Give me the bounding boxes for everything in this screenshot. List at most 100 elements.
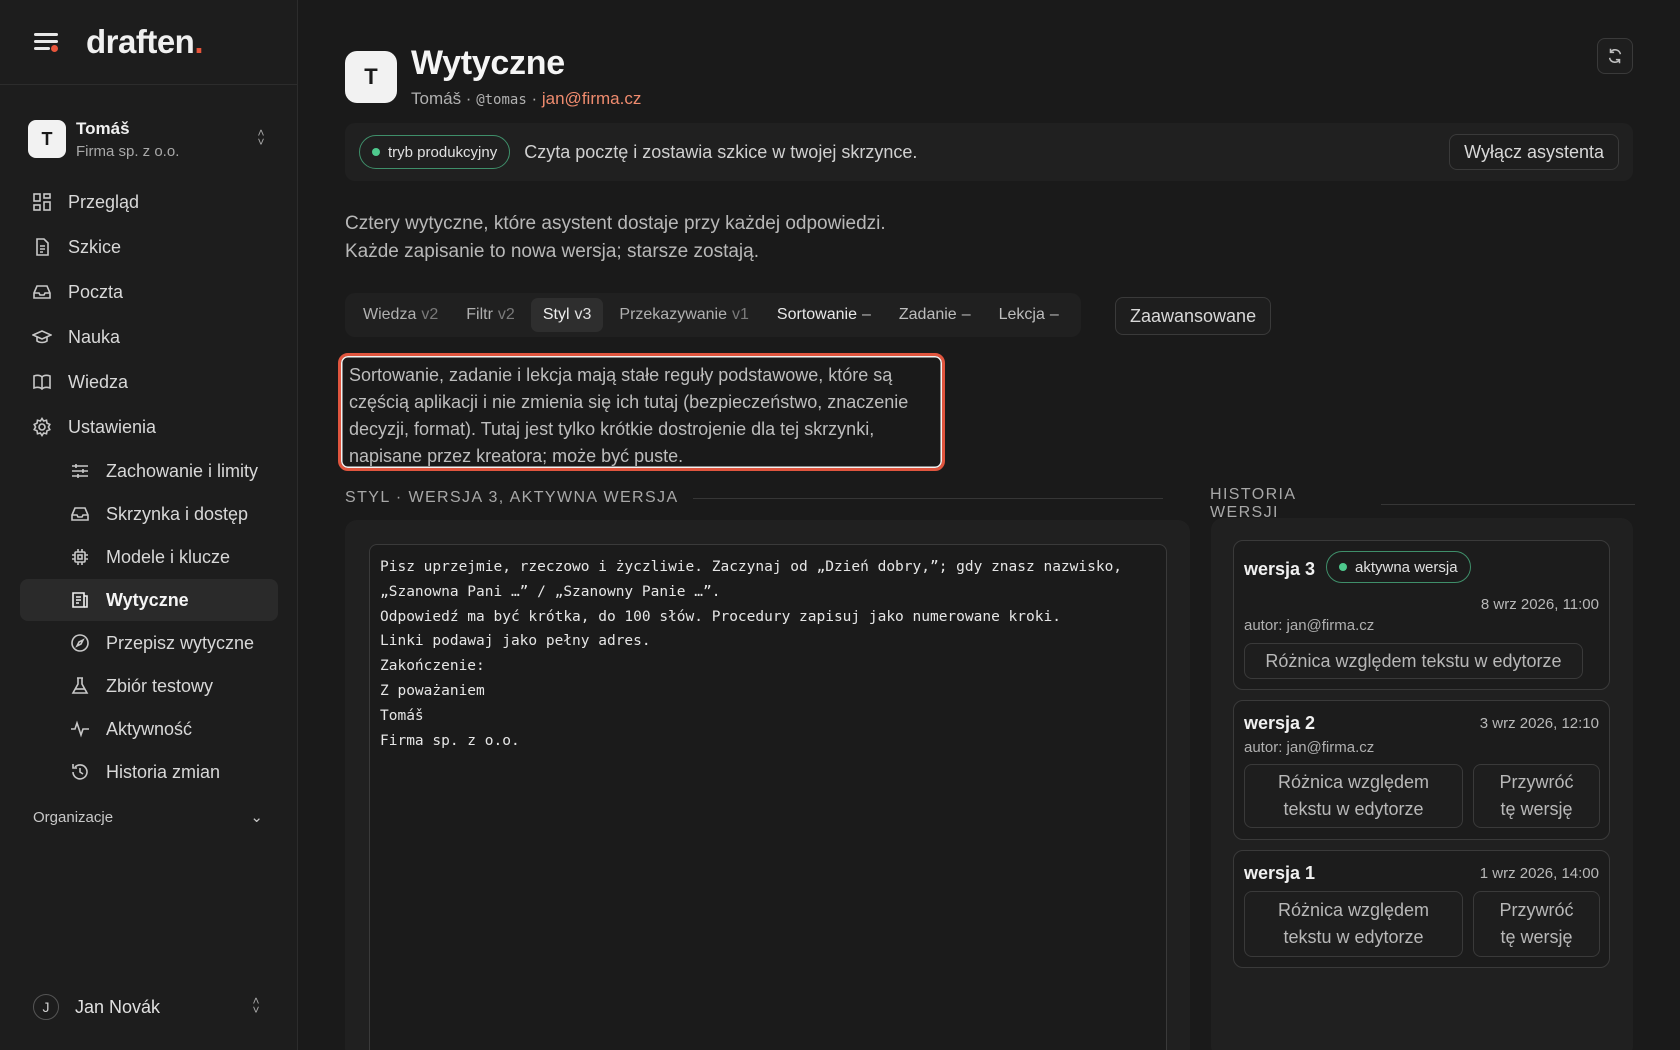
tab-version: v1 xyxy=(732,306,749,323)
diff-button[interactable]: Różnica względem tekstu w edytorze xyxy=(1244,764,1463,828)
organizations-label: Organizacje xyxy=(33,808,114,826)
guidelines-icon xyxy=(70,590,90,610)
tab-version: – xyxy=(1049,306,1059,323)
sidebar-item-label: Historia zmian xyxy=(106,761,221,782)
sidebar-item-modele[interactable]: Modele i klucze xyxy=(20,536,278,578)
inbox-icon xyxy=(32,282,52,302)
tab-version: – xyxy=(861,306,871,323)
sidebar-item-label: Wytyczne xyxy=(106,589,189,610)
nav-item-label: Wiedza xyxy=(68,371,129,392)
version-date: 8 wrz 2026, 11:00 xyxy=(1480,596,1599,613)
sidebar-item-label: Aktywność xyxy=(106,718,193,739)
meta-email-link[interactable]: jan@firma.cz xyxy=(542,89,641,108)
account-switcher[interactable]: T Tomáš Firma sp. z o.o. ˄ ˅ xyxy=(28,116,268,162)
compass-icon xyxy=(70,633,90,653)
tab-version: – xyxy=(961,306,971,323)
nav-item-ustawienia[interactable]: Ustawienia xyxy=(20,405,278,449)
flask-icon xyxy=(70,676,90,696)
disable-assistant-button[interactable]: Wyłącz asystenta xyxy=(1449,134,1619,170)
sidebar-item-skrzynka[interactable]: Skrzynka i dostęp xyxy=(20,493,278,535)
inbox-icon xyxy=(70,504,90,524)
tab-version: v2 xyxy=(421,306,439,323)
account-name: Tomáš xyxy=(76,118,130,138)
tab-lekcja[interactable]: Lekcja – xyxy=(987,298,1071,332)
history-title: HISTORIA WERSJI xyxy=(1210,486,1296,521)
sidebar-item-aktywnosc[interactable]: Aktywność xyxy=(20,708,278,750)
restore-version-button[interactable]: Przywróć tę wersję xyxy=(1473,891,1600,957)
nav-item-poczta[interactable]: Poczta xyxy=(20,270,278,314)
brand-logo[interactable]: draften. xyxy=(86,23,203,61)
status-badge-label: tryb produkcyjny xyxy=(388,143,498,161)
tab-version: v3 xyxy=(574,306,592,323)
fixed-rules-note: Sortowanie, zadanie i lekcja mają stałe … xyxy=(338,353,945,471)
version-label: wersja 2 xyxy=(1244,713,1316,733)
intro-line-2: Każde zapisanie to nowa wersja; starsze … xyxy=(345,241,759,262)
active-version-badge: aktywna wersja xyxy=(1326,551,1471,583)
status-badge: tryb produkcyjny xyxy=(359,135,511,169)
tab-label: Lekcja xyxy=(998,306,1045,323)
menu-icon[interactable] xyxy=(34,31,60,53)
editor-title: STYL · WERSJA 3, AKTYWNA WERSJA xyxy=(345,489,679,506)
user-menu[interactable]: J Jan Novák ˄ ˅ xyxy=(33,994,263,1020)
tab-sortowanie[interactable]: Sortowanie – xyxy=(765,298,883,332)
chevron-updown-icon: ˄ ˅ xyxy=(257,126,265,149)
guideline-tabs: Wiedza v2 Filtr v2 Styl v3 Przekazywanie v1 … xyxy=(345,293,1081,337)
advanced-button[interactable]: Zaawansowane xyxy=(1115,297,1272,335)
version-card: wersja 3 aktywna wersja 8 wrz 2026, 11:0… xyxy=(1233,540,1610,690)
tab-przekazywanie[interactable]: Przekazywanie v1 xyxy=(607,298,761,332)
brand-bar: draften. xyxy=(0,0,297,85)
diff-button[interactable]: Różnica względem tekstu w edytorze xyxy=(1244,643,1583,679)
user-avatar: J xyxy=(33,994,59,1020)
nav-item-label: Przegląd xyxy=(68,191,140,212)
account-avatar: T xyxy=(28,120,66,158)
book-icon xyxy=(32,372,52,392)
nav-item-label: Szkice xyxy=(68,236,122,257)
sidebar-item-historia[interactable]: Historia zmian xyxy=(20,751,278,793)
version-card: wersja 2 3 wrz 2026, 12:10 autor: jan@fi… xyxy=(1233,700,1610,840)
version-author: autor: jan@firma.cz xyxy=(1244,739,1375,756)
version-date: 3 wrz 2026, 12:10 xyxy=(1479,715,1599,732)
restore-version-button[interactable]: Przywróć tę wersję xyxy=(1473,764,1600,828)
sidebar-item-wytyczne[interactable]: Wytyczne xyxy=(20,579,278,621)
nav-item-label: Ustawienia xyxy=(68,416,157,437)
sidebar-item-zbior[interactable]: Zbiór testowy xyxy=(20,665,278,707)
sidebar-item-zachowanie[interactable]: Zachowanie i limity xyxy=(20,450,278,492)
version-history-panel: wersja 3 aktywna wersja 8 wrz 2026, 11:0… xyxy=(1211,518,1633,1050)
nav-item-przeglad[interactable]: Przegląd xyxy=(20,180,278,224)
dashboard-icon xyxy=(32,192,52,212)
sidebar-item-label: Zbiór testowy xyxy=(106,675,214,696)
chevron-updown-icon: ˄ ˅ xyxy=(252,994,260,1017)
tab-label: Filtr xyxy=(466,306,493,323)
guideline-editor[interactable]: Pisz uprzejmie, rzeczowo i życzliwie. Za… xyxy=(369,544,1167,1050)
diff-button[interactable]: Różnica względem tekstu w edytorze xyxy=(1244,891,1463,957)
sidebar-item-label: Zachowanie i limity xyxy=(106,460,259,481)
user-name: Jan Novák xyxy=(75,996,161,1017)
organizations-toggle[interactable]: Organizacje ⌄ xyxy=(33,808,263,827)
nav-item-nauka[interactable]: Nauka xyxy=(20,315,278,359)
version-label: wersja 3 xyxy=(1244,559,1316,579)
nav-item-szkice[interactable]: Szkice xyxy=(20,225,278,269)
meta-name: Tomáš · xyxy=(411,89,477,108)
nav-item-label: Nauka xyxy=(68,326,121,347)
page-meta: Tomáš · @tomas · jan@firma.cz xyxy=(411,89,641,109)
tab-wiedza[interactable]: Wiedza v2 xyxy=(351,298,450,332)
sliders-icon xyxy=(70,461,90,481)
meta-sep: · xyxy=(526,89,542,108)
history-icon xyxy=(70,762,90,782)
intro-line-1: Cztery wytyczne, które asystent dostaje … xyxy=(345,213,886,234)
tab-zadanie[interactable]: Zadanie – xyxy=(887,298,983,332)
tab-styl[interactable]: Styl v3 xyxy=(530,298,604,332)
sidebar-item-przepisz[interactable]: Przepisz wytyczne xyxy=(20,622,278,664)
refresh-button[interactable] xyxy=(1597,38,1633,74)
nav-item-wiedza[interactable]: Wiedza xyxy=(20,360,278,404)
tab-label: Przekazywanie xyxy=(619,306,728,323)
refresh-icon xyxy=(1608,48,1622,64)
status-dot-icon xyxy=(1339,563,1347,571)
tab-filtr[interactable]: Filtr v2 xyxy=(454,298,527,332)
status-dot-icon xyxy=(372,148,380,156)
tab-label: Zadanie xyxy=(898,306,957,323)
page-header: T Wytyczne Tomáš · @tomas · jan@firma.cz xyxy=(345,44,641,109)
status-bar: tryb produkcyjny Czyta pocztę i zostawia… xyxy=(345,123,1633,181)
document-icon xyxy=(32,237,52,257)
version-label: wersja 1 xyxy=(1244,863,1316,883)
